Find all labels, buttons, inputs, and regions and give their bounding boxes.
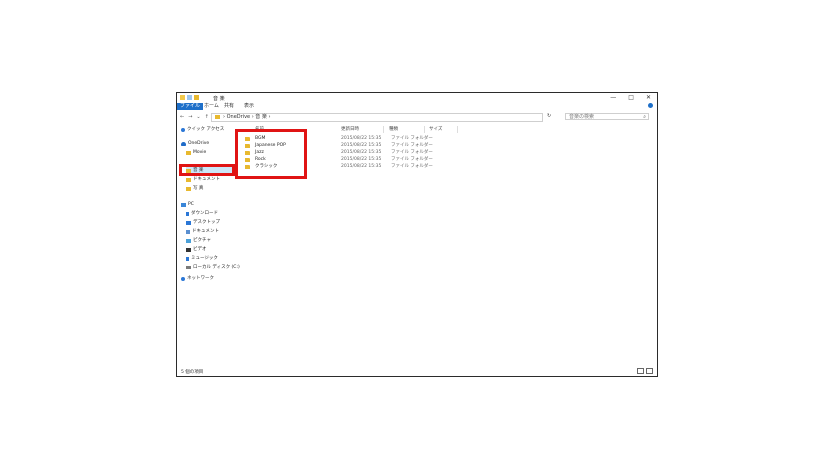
network-icon [181, 276, 185, 281]
search-input[interactable]: 音楽の検索 ⌕ [565, 113, 649, 120]
cloud-icon [181, 141, 186, 146]
sidebar-item-onedrive[interactable]: OneDrive [181, 140, 209, 147]
sidebar-item-photos-folder[interactable]: 写 真 [186, 185, 203, 192]
large-icons-view-icon[interactable] [646, 368, 653, 374]
sidebar-item-local-disk[interactable]: ローカル ディスク (C:) [186, 264, 240, 271]
forward-button[interactable]: → [188, 114, 192, 120]
sidebar-item-music[interactable]: ミュージック [186, 255, 218, 262]
window-title: 音 楽 [213, 96, 225, 102]
file-modified: 2015/08/22 15:35 [341, 143, 382, 148]
file-modified: 2015/08/22 15:35 [341, 150, 382, 155]
close-button[interactable]: ✕ [646, 94, 651, 101]
sidebar-item-movie[interactable]: Movie [186, 149, 206, 156]
help-icon[interactable] [648, 103, 653, 108]
new-folder-icon[interactable] [194, 95, 199, 100]
content-highlight-box [235, 129, 307, 179]
details-view-icon[interactable] [637, 368, 644, 374]
folder-icon [215, 115, 220, 119]
sidebar-item-pictures[interactable]: ピクチャ [186, 237, 211, 244]
navigation-pane: クイック アクセス OneDrive Movie 音 楽 ドキュメント 写 真 … [177, 124, 240, 364]
pc-icon [181, 202, 186, 207]
sidebar-item-quick-access[interactable]: クイック アクセス [181, 126, 224, 133]
sidebar-item-videos[interactable]: ビデオ [186, 246, 207, 253]
refresh-button[interactable]: ↻ [547, 113, 551, 119]
column-header-type[interactable]: 種類 [389, 126, 398, 133]
address-path: › OneDrive › 音 楽 › [223, 114, 271, 120]
folder-icon [186, 150, 191, 155]
maximize-button[interactable]: □ [628, 94, 634, 101]
title-bar: 音 楽 — □ ✕ [177, 93, 657, 103]
explorer-window: 音 楽 — □ ✕ ファイル ホーム 共有 表示 ← → ⌄ ↑ › OneDr… [176, 92, 658, 377]
search-placeholder: 音楽の検索 [569, 114, 595, 120]
sidebar-item-downloads[interactable]: ダウンロード [186, 210, 218, 217]
video-icon [186, 247, 191, 252]
file-modified: 2015/08/22 15:35 [341, 164, 382, 169]
document-icon [186, 229, 190, 234]
ribbon-tabs: ファイル ホーム 共有 表示 [177, 103, 657, 110]
star-icon [181, 127, 185, 132]
file-modified: 2015/08/22 15:35 [341, 136, 382, 141]
column-header-modified[interactable]: 更新日時 [341, 126, 359, 133]
file-type: ファイル フォルダー [391, 157, 433, 162]
status-text: 5 個の項目 [181, 370, 204, 375]
folder-icon [186, 177, 191, 182]
sidebar-highlight-box [179, 164, 235, 176]
save-icon[interactable] [180, 95, 185, 100]
tab-share[interactable]: 共有 [221, 103, 237, 110]
sidebar-item-documents-folder[interactable]: ドキュメント [186, 176, 220, 183]
quick-access-toolbar [180, 95, 199, 100]
up-button[interactable]: ↑ [205, 114, 209, 120]
column-divider[interactable] [457, 126, 458, 133]
column-divider[interactable] [424, 126, 425, 133]
back-button[interactable]: ← [180, 114, 184, 120]
picture-icon [186, 238, 191, 243]
column-divider[interactable] [383, 126, 384, 133]
minimize-button[interactable]: — [610, 94, 616, 101]
tab-view[interactable]: 表示 [241, 103, 257, 110]
file-type: ファイル フォルダー [391, 150, 433, 155]
file-type: ファイル フォルダー [391, 164, 433, 169]
file-type: ファイル フォルダー [391, 143, 433, 148]
file-type: ファイル フォルダー [391, 136, 433, 141]
recent-locations-button[interactable]: ⌄ [196, 114, 200, 120]
sidebar-item-pc[interactable]: PC [181, 201, 194, 208]
disk-icon [186, 266, 191, 269]
column-header-size[interactable]: サイズ [429, 126, 442, 133]
properties-icon[interactable] [187, 95, 192, 100]
tab-home[interactable]: ホーム [201, 103, 222, 110]
address-row: ← → ⌄ ↑ › OneDrive › 音 楽 › ↻ 音楽の検索 ⌕ [177, 112, 657, 122]
music-icon [186, 256, 189, 261]
sidebar-item-documents[interactable]: ドキュメント [186, 228, 219, 235]
download-icon [186, 211, 189, 216]
desktop-icon [186, 220, 191, 225]
address-bar[interactable]: › OneDrive › 音 楽 › [211, 113, 543, 122]
folder-icon [186, 186, 191, 191]
tab-file[interactable]: ファイル [177, 103, 204, 110]
search-icon: ⌕ [643, 114, 646, 120]
sidebar-item-desktop[interactable]: デスクトップ [186, 219, 220, 226]
view-toggle [637, 368, 653, 374]
sidebar-item-network[interactable]: ネットワーク [181, 275, 214, 282]
file-modified: 2015/08/22 15:35 [341, 157, 382, 162]
